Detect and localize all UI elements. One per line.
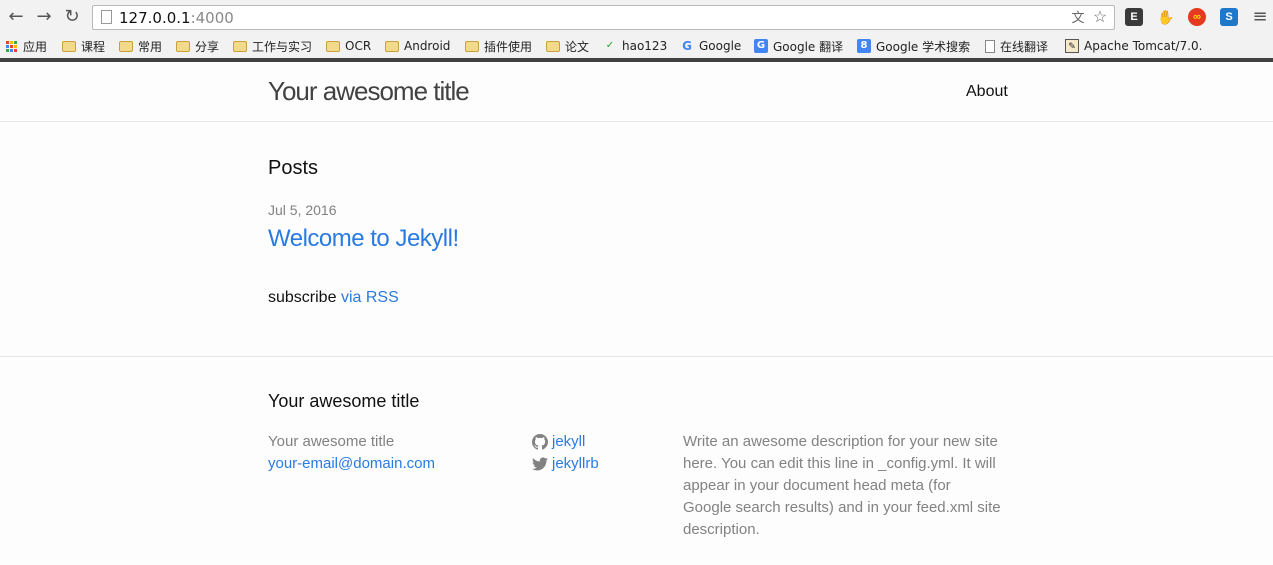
bookmark-label: 工作与实习: [252, 39, 313, 54]
bookmark-label: 论文: [565, 39, 590, 54]
page-icon: [101, 10, 112, 24]
bookmark-label: 分享: [195, 39, 220, 54]
github-link[interactable]: jekyll: [532, 431, 599, 453]
bookmark-label: OCR: [345, 39, 372, 53]
bookmark-google[interactable]: G Google: [680, 37, 741, 55]
google-scholar-icon: 8: [857, 39, 871, 53]
post-title-link[interactable]: Welcome to Jekyll!: [268, 225, 459, 253]
folder-icon: [326, 40, 340, 52]
menu-icon[interactable]: ≡: [1250, 7, 1270, 27]
browser-chrome: ← → ↻ 127.0.0.1:4000 文 ☆ E ✋ ∞ S ≡ 应用 课程…: [0, 0, 1273, 85]
evernote-icon[interactable]: E: [1125, 8, 1143, 26]
infinity-icon[interactable]: ∞: [1188, 8, 1206, 26]
s-extension-icon[interactable]: S: [1220, 8, 1238, 26]
bookmark-folder[interactable]: 常用: [119, 37, 162, 55]
bookmark-folder[interactable]: 论文: [546, 37, 589, 55]
bookmark-folder[interactable]: 工作与实习: [233, 37, 312, 55]
subscribe-line: subscribe via RSS: [268, 289, 399, 307]
bookmark-folder[interactable]: 分享: [176, 37, 219, 55]
page: Your awesome title About Posts Jul 5, 20…: [0, 62, 1273, 565]
twitter-username: jekyllrb: [552, 455, 599, 472]
folder-icon: [119, 40, 133, 52]
bookmark-label: 常用: [138, 39, 163, 54]
browser-toolbar: ← → ↻ 127.0.0.1:4000 文 ☆ E ✋ ∞ S ≡: [0, 0, 1273, 34]
address-bar[interactable]: 127.0.0.1:4000 文 ☆: [92, 5, 1115, 30]
google-translate-icon: G: [754, 39, 768, 53]
url-port: :4000: [190, 9, 234, 27]
bookmark-google-scholar[interactable]: 8 Google 学术搜索: [857, 37, 970, 55]
folder-icon: [385, 40, 399, 52]
bookmark-label: 应用: [23, 39, 48, 54]
page-icon: [985, 39, 995, 53]
bookmark-apps[interactable]: 应用: [6, 37, 47, 55]
bookmark-star-icon[interactable]: ☆: [1090, 8, 1110, 28]
apps-icon: [6, 40, 17, 52]
post-date: Jul 5, 2016: [268, 202, 337, 218]
back-arrow-icon[interactable]: ←: [6, 7, 26, 27]
google-icon: G: [682, 39, 692, 53]
bookmark-folder[interactable]: 插件使用: [465, 37, 532, 55]
tomcat-icon: ✎: [1065, 39, 1079, 53]
url-text[interactable]: 127.0.0.1:4000: [119, 9, 234, 27]
subscribe-text: subscribe: [268, 289, 337, 306]
twitter-icon: [532, 457, 548, 471]
bookmarks-bar: 应用 课程 常用 分享 工作与实习 OCR Android 插件使用 论文 ✓ h…: [0, 34, 1273, 85]
hand-icon[interactable]: ✋: [1157, 8, 1175, 26]
bookmark-label: Apache Tomcat/7.0.: [1084, 39, 1203, 53]
bookmark-folder[interactable]: 课程: [62, 37, 105, 55]
footer-heading: Your awesome title: [268, 391, 420, 411]
bookmark-label: Google 学术搜索: [876, 39, 971, 54]
bookmark-label: Google: [699, 39, 742, 53]
hao123-icon: ✓: [605, 40, 615, 51]
footer-contact: Your awesome title your-email@domain.com: [268, 431, 435, 475]
bookmark-label: hao123: [622, 39, 668, 53]
bookmark-folder[interactable]: OCR: [326, 37, 371, 55]
bookmark-label: 课程: [81, 39, 106, 54]
folder-icon: [546, 40, 560, 52]
footer-email-link[interactable]: your-email@domain.com: [268, 453, 435, 475]
folder-icon: [465, 40, 479, 52]
bookmark-tomcat[interactable]: ✎ Apache Tomcat/7.0.: [1065, 37, 1203, 55]
folder-icon: [62, 40, 76, 52]
bookmark-online-translate[interactable]: 在线翻译: [985, 37, 1048, 55]
url-host: 127.0.0.1: [119, 9, 191, 27]
nav-link-about[interactable]: About: [966, 83, 1008, 101]
site-header: Your awesome title About: [0, 62, 1273, 122]
footer-description: Write an awesome description for your ne…: [683, 433, 1001, 538]
github-icon: [532, 434, 548, 450]
posts-heading: Posts: [268, 157, 319, 179]
folder-icon: [176, 40, 190, 52]
site-footer: Your awesome title Your awesome title yo…: [0, 356, 1273, 565]
github-username: jekyll: [552, 433, 586, 450]
reload-icon[interactable]: ↻: [62, 7, 82, 27]
folder-icon: [233, 40, 247, 52]
bookmark-label: Android: [404, 39, 451, 53]
twitter-link[interactable]: jekyllrb: [532, 453, 599, 475]
bookmark-label: 在线翻译: [1000, 39, 1049, 54]
footer-name: Your awesome title: [268, 433, 395, 450]
rss-link[interactable]: via RSS: [341, 289, 399, 306]
bookmark-folder[interactable]: Android: [385, 37, 450, 55]
footer-social: jekyll jekyllrb: [532, 431, 599, 475]
bookmark-label: Google 翻译: [773, 39, 844, 54]
bookmark-google-translate[interactable]: G Google 翻译: [754, 37, 843, 55]
bookmark-label: 插件使用: [484, 39, 533, 54]
site-title[interactable]: Your awesome title: [268, 76, 470, 107]
bookmark-hao123[interactable]: ✓ hao123: [603, 37, 667, 55]
translate-icon[interactable]: 文: [1068, 8, 1088, 28]
forward-arrow-icon[interactable]: →: [34, 7, 54, 27]
